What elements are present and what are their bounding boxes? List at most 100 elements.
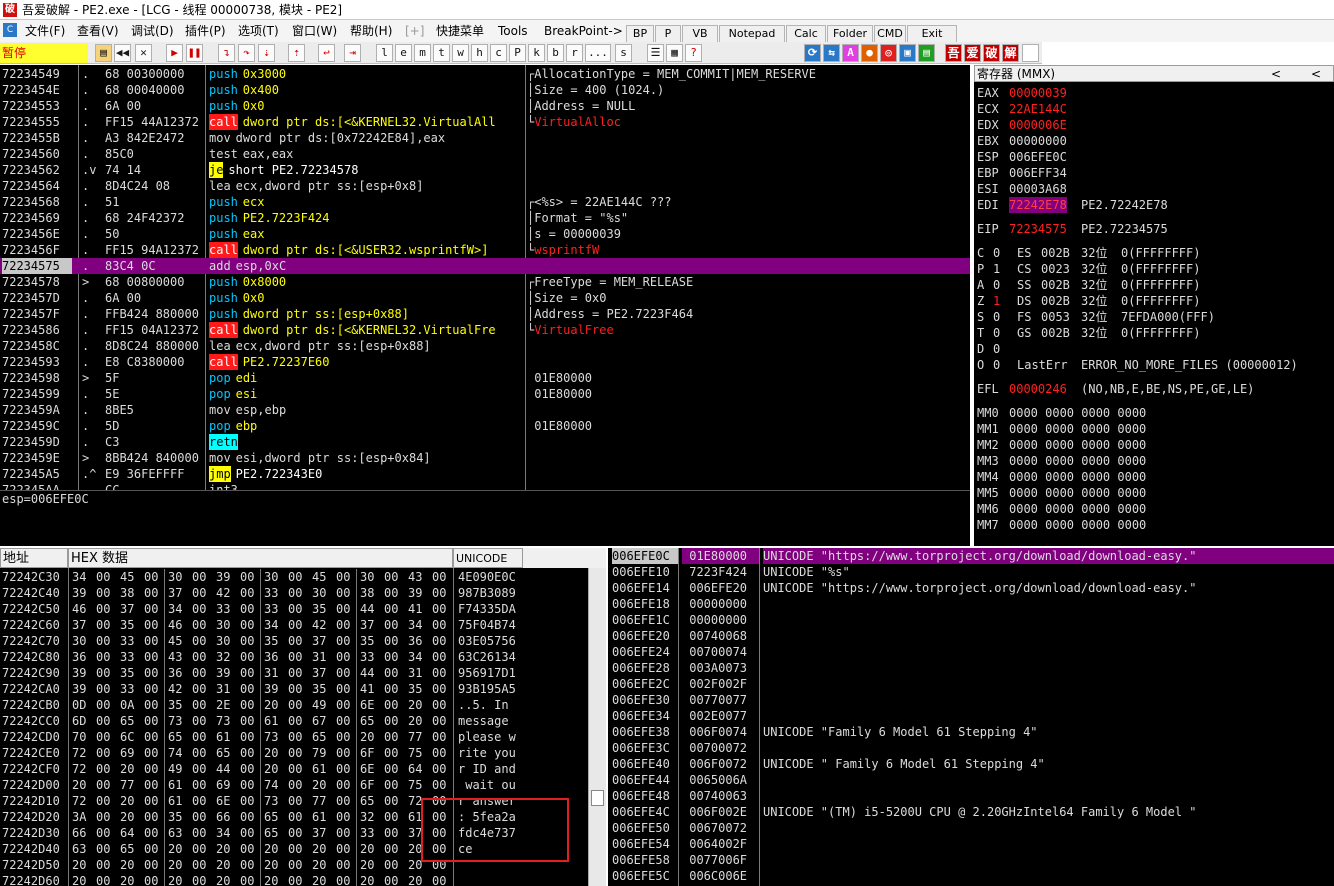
dump-header-1[interactable]: HEX 数据 <box>68 548 453 568</box>
mmx-row[interactable]: MM1 0000 0000 0000 0000 <box>977 421 1332 437</box>
help-icon[interactable]: ? <box>685 44 702 62</box>
toolbar-e[interactable]: e <box>395 44 412 62</box>
registers-pane[interactable]: 寄存器 (MMX) < < EAX 00000039 ECX 22AE144C EDX 0000… <box>974 65 1334 546</box>
a-icon[interactable]: A <box>842 44 859 62</box>
menu-options[interactable]: 选项(T) <box>238 23 279 39</box>
list-icon[interactable]: ☰ <box>647 44 664 62</box>
execute-till-return-icon[interactable]: ↩ <box>318 44 335 62</box>
disasm-row[interactable]: 72234564. 8D4C24 08 lea ecx,dword ptr ss:[e… <box>0 178 970 194</box>
toolbar-t[interactable]: t <box>433 44 450 62</box>
stack-row[interactable]: 006EFE34 002E0077 <box>608 708 1334 724</box>
stack-row[interactable]: 006EFE48 00740063 <box>608 788 1334 804</box>
dump-row[interactable]: 72242C60 37 00 35 00 46 00 30 00 34 00 42 00 37 00 34 00… <box>0 617 586 633</box>
toolbar-h[interactable]: h <box>471 44 488 62</box>
toolbar-r[interactable]: r <box>566 44 583 62</box>
menu-file[interactable]: 文件(F) <box>25 23 65 39</box>
register-row[interactable]: ESI 00003A68 <box>977 181 1332 197</box>
dump-row[interactable]: 72242CE0 72 00 69 00 74 00 65 00 20 00 79 00 6F 00 75 00… <box>0 745 586 761</box>
disassembly-pane[interactable]: 72234549. 68 00300000 push 0x3000 7223454E. 6… <box>0 65 970 490</box>
flag-row[interactable]: C 0 ES 002B 32位 0(FFFFFFFF) <box>977 245 1332 261</box>
mmx-row[interactable]: MM0 0000 0000 0000 0000 <box>977 405 1332 421</box>
register-row-eip[interactable]: EIP 72234575 PE2.72234575 <box>977 221 1332 237</box>
trace-over-icon[interactable]: ⇡ <box>288 44 305 62</box>
menu-breakpoint[interactable]: BreakPoint-> <box>544 23 623 39</box>
po-icon[interactable]: 破 <box>983 44 1000 62</box>
toolbar-l[interactable]: l <box>376 44 393 62</box>
scrollbar-thumb[interactable] <box>591 790 604 806</box>
stack-row[interactable]: 006EFE58 0077006F <box>608 852 1334 868</box>
step-into-icon[interactable]: ↴ <box>218 44 235 62</box>
dump-row[interactable]: 72242CB0 0D 00 0A 00 35 00 2E 00 20 00 49 00 6E 00 20 00… <box>0 697 586 713</box>
menu-window[interactable]: 窗口(W) <box>292 23 337 39</box>
stack-row[interactable]: 006EFE54 0064002F <box>608 836 1334 852</box>
record-icon[interactable]: ● <box>861 44 878 62</box>
notepad-button[interactable]: Notepad <box>719 25 785 43</box>
disasm-row[interactable]: 72234560. 85C0 test eax,eax <box>0 146 970 162</box>
menu-plugins[interactable]: 插件(P) <box>185 23 226 39</box>
flag-row[interactable]: S 0 FS 0053 32位 7EFDA000(FFF) <box>977 309 1332 325</box>
menu-shortcuts[interactable]: 快捷菜单 <box>436 23 484 39</box>
flag-row[interactable]: T 0 GS 002B 32位 0(FFFFFFFF) <box>977 325 1332 341</box>
disasm-row[interactable]: 722345A5 .^ E9 36FEFFFF jmp PE2.722343E0 <box>0 466 970 482</box>
mmx-row[interactable]: MM3 0000 0000 0000 0000 <box>977 453 1332 469</box>
exit-button[interactable]: Exit <box>907 25 957 43</box>
toolbar-c[interactable]: c <box>490 44 507 62</box>
disasm-row[interactable]: 7223459A. 8BE5 mov esp,ebp <box>0 402 970 418</box>
dump-row[interactable]: 72242C90 39 00 35 00 36 00 39 00 31 00 37 00 44 00 31 00… <box>0 665 586 681</box>
stack-row[interactable]: 006EFE44 0065006A <box>608 772 1334 788</box>
blank-icon[interactable] <box>1022 44 1039 62</box>
disasm-row[interactable]: 7223459D. C3 retn <box>0 434 970 450</box>
refresh-icon[interactable]: ⟳ <box>804 44 821 62</box>
register-row[interactable]: ECX 22AE144C <box>977 101 1332 117</box>
disasm-row[interactable]: 7223458C. 8D8C24 880000 lea ecx,dword ptr s… <box>0 338 970 354</box>
register-row[interactable]: EAX 00000039 <box>977 85 1332 101</box>
target-icon[interactable]: ◎ <box>880 44 897 62</box>
flag-row[interactable]: A 0 SS 002B 32位 0(FFFFFFFF) <box>977 277 1332 293</box>
toolbar-k[interactable]: k <box>528 44 545 62</box>
stack-row[interactable]: 006EFE0C 01E80000 UNICODE "https://www.to… <box>608 548 1334 564</box>
vb-button[interactable]: VB <box>682 25 718 43</box>
toolbar-m[interactable]: m <box>414 44 431 62</box>
menu-view[interactable]: 查看(V) <box>77 23 119 39</box>
dump-row[interactable]: 72242C80 36 00 33 00 43 00 32 00 36 00 31 00 33 00 34 00… <box>0 649 586 665</box>
run-icon[interactable]: ▶ <box>166 44 183 62</box>
disasm-row[interactable]: 722345AA CC int3 <box>0 482 970 490</box>
flag-row[interactable]: D0 <box>977 341 1332 357</box>
system-menu-icon[interactable]: C <box>3 23 17 37</box>
dump-header-2[interactable]: UNICODE <box>453 548 523 568</box>
mmx-row[interactable]: MM6 0000 0000 0000 0000 <box>977 501 1332 517</box>
stack-row[interactable]: 006EFE24 00700074 <box>608 644 1334 660</box>
cmd-button[interactable]: CMD <box>874 25 906 43</box>
dump-row[interactable]: 72242CC0 6D 00 65 00 73 00 73 00 61 00 67 00 65 00 20 00… <box>0 713 586 729</box>
nav-left-icon[interactable]: < <box>1271 66 1281 83</box>
close-icon[interactable]: ✕ <box>135 44 152 62</box>
menu-debug[interactable]: 调试(D) <box>131 23 174 39</box>
flag-row[interactable]: Z 1 DS 002B 32位 0(FFFFFFFF) <box>977 293 1332 309</box>
sync-icon[interactable]: ⇆ <box>823 44 840 62</box>
folder-button[interactable]: Folder <box>827 25 873 43</box>
dump-row[interactable]: 72242CF0 72 00 20 00 49 00 44 00 20 00 61 00 6E 00 64 00… <box>0 761 586 777</box>
stack-row[interactable]: 006EFE4C 006F002E UNICODE "(TM) i5-5200U … <box>608 804 1334 820</box>
open-icon[interactable]: ▤ <box>95 44 112 62</box>
step-over-icon[interactable]: ↷ <box>238 44 255 62</box>
register-row-efl[interactable]: EFL 00000246 (NO,NB,E,BE,NS,PE,GE,LE) <box>977 381 1332 397</box>
image-icon[interactable]: ▣ <box>899 44 916 62</box>
doc-icon[interactable]: ▤ <box>918 44 935 62</box>
toolbar-b[interactable]: b <box>547 44 564 62</box>
dump-row[interactable]: 72242CD0 70 00 6C 00 65 00 61 00 73 00 65 00 20 00 77 00… <box>0 729 586 745</box>
p-button[interactable]: P <box>655 25 681 43</box>
mmx-row[interactable]: MM4 0000 0000 0000 0000 <box>977 469 1332 485</box>
mmx-row[interactable]: MM5 0000 0000 0000 0000 <box>977 485 1332 501</box>
ai-icon[interactable]: 爱 <box>964 44 981 62</box>
toolbar-w[interactable]: w <box>452 44 469 62</box>
stack-pane[interactable]: 006EFE0C 01E80000 UNICODE "https://www.to… <box>608 548 1334 886</box>
calc-button[interactable]: Calc <box>786 25 826 43</box>
register-row[interactable]: EDX 0000006E <box>977 117 1332 133</box>
toolbar-dots[interactable]: ... <box>585 44 611 62</box>
stack-row[interactable]: 006EFE2C 002F002F <box>608 676 1334 692</box>
stack-row[interactable]: 006EFE1C 00000000 <box>608 612 1334 628</box>
register-row[interactable]: ESP 006EFE0C <box>977 149 1332 165</box>
stack-row[interactable]: 006EFE14 006EFE20 UNICODE "https://www.to… <box>608 580 1334 596</box>
dump-row[interactable]: 72242C50 46 00 37 00 34 00 33 00 33 00 35 00 44 00 41 00… <box>0 601 586 617</box>
disasm-row[interactable]: 72234562 .v 74 14 je short PE2.72234578 <box>0 162 970 178</box>
